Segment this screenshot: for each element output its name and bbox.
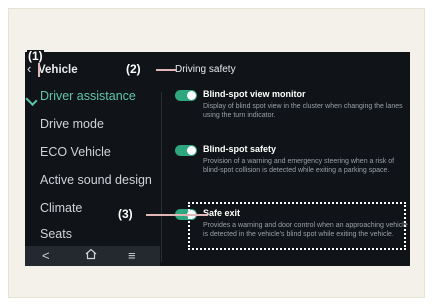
callout-connector	[156, 69, 176, 71]
menu-item-eco-vehicle[interactable]: ECO Vehicle	[40, 145, 111, 159]
toggle-switch[interactable]	[175, 145, 197, 156]
navigation-bar: < ≡	[25, 246, 160, 266]
callout-connector	[38, 63, 40, 77]
setting-description: Provision of a warning and emergency ste…	[203, 158, 395, 174]
menu-item-driver-assistance[interactable]: Driver assistance	[40, 89, 136, 103]
menu-icon[interactable]: ≡	[128, 248, 136, 264]
chevron-left-icon[interactable]: ‹	[27, 62, 31, 76]
home-icon[interactable]	[85, 248, 97, 264]
menu-item-active-sound-design[interactable]: Active sound design	[40, 173, 152, 187]
infotainment-screen: ‹ Vehicle Driving safety Driver assistan…	[25, 52, 410, 266]
callout-connector	[146, 214, 208, 216]
toggle-switch[interactable]	[175, 90, 197, 101]
callout-3: (3)	[117, 207, 134, 221]
callout-1: (1)	[27, 49, 44, 63]
menu-item-drive-mode[interactable]: Drive mode	[40, 117, 104, 131]
menu-item-climate[interactable]: Climate	[40, 201, 82, 215]
setting-description: Display of blind spot view in the cluste…	[203, 103, 403, 119]
menu-item-seats[interactable]: Seats	[40, 227, 72, 241]
setting-title: Blind-spot safety	[203, 144, 277, 154]
section-title: Driving safety	[175, 64, 236, 75]
nav-back-button[interactable]: <	[42, 248, 50, 264]
screen-title: Vehicle	[38, 64, 78, 76]
setting-title: Blind-spot view monitor	[203, 89, 306, 99]
divider	[161, 92, 162, 262]
highlight-box	[188, 202, 406, 250]
callout-2: (2)	[125, 62, 142, 76]
active-check-icon	[25, 93, 38, 107]
